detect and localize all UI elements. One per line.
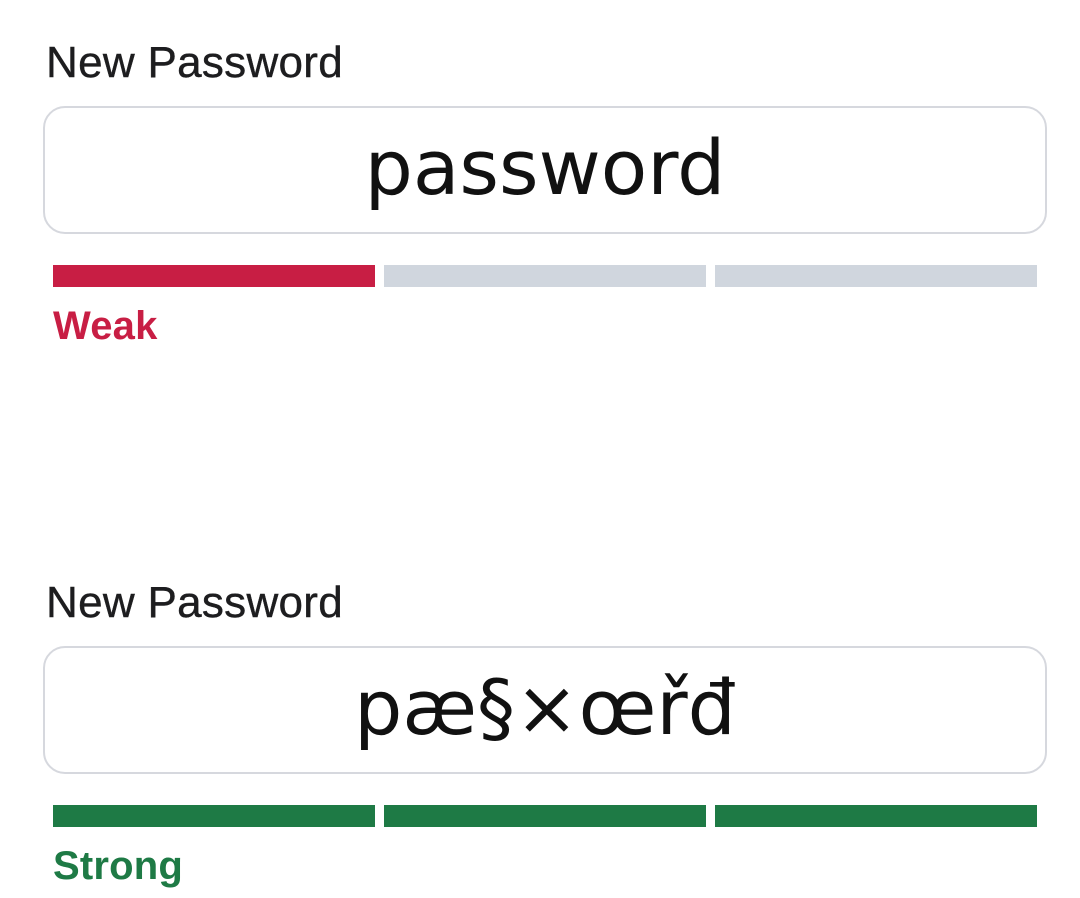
strength-meter-segment-2 [384, 805, 706, 827]
strength-meter-segment-1 [53, 265, 375, 287]
new-password-label: New Password [46, 578, 344, 627]
strength-meter [53, 265, 1037, 287]
new-password-input[interactable] [43, 646, 1047, 774]
new-password-input[interactable] [43, 106, 1047, 234]
new-password-label: New Password [46, 38, 344, 87]
strength-label: Weak [53, 304, 158, 348]
strength-meter-segment-2 [384, 265, 706, 287]
strength-meter [53, 805, 1037, 827]
strength-label: Strong [53, 844, 184, 888]
strength-meter-segment-1 [53, 805, 375, 827]
strength-meter-segment-3 [715, 805, 1037, 827]
strength-meter-segment-3 [715, 265, 1037, 287]
